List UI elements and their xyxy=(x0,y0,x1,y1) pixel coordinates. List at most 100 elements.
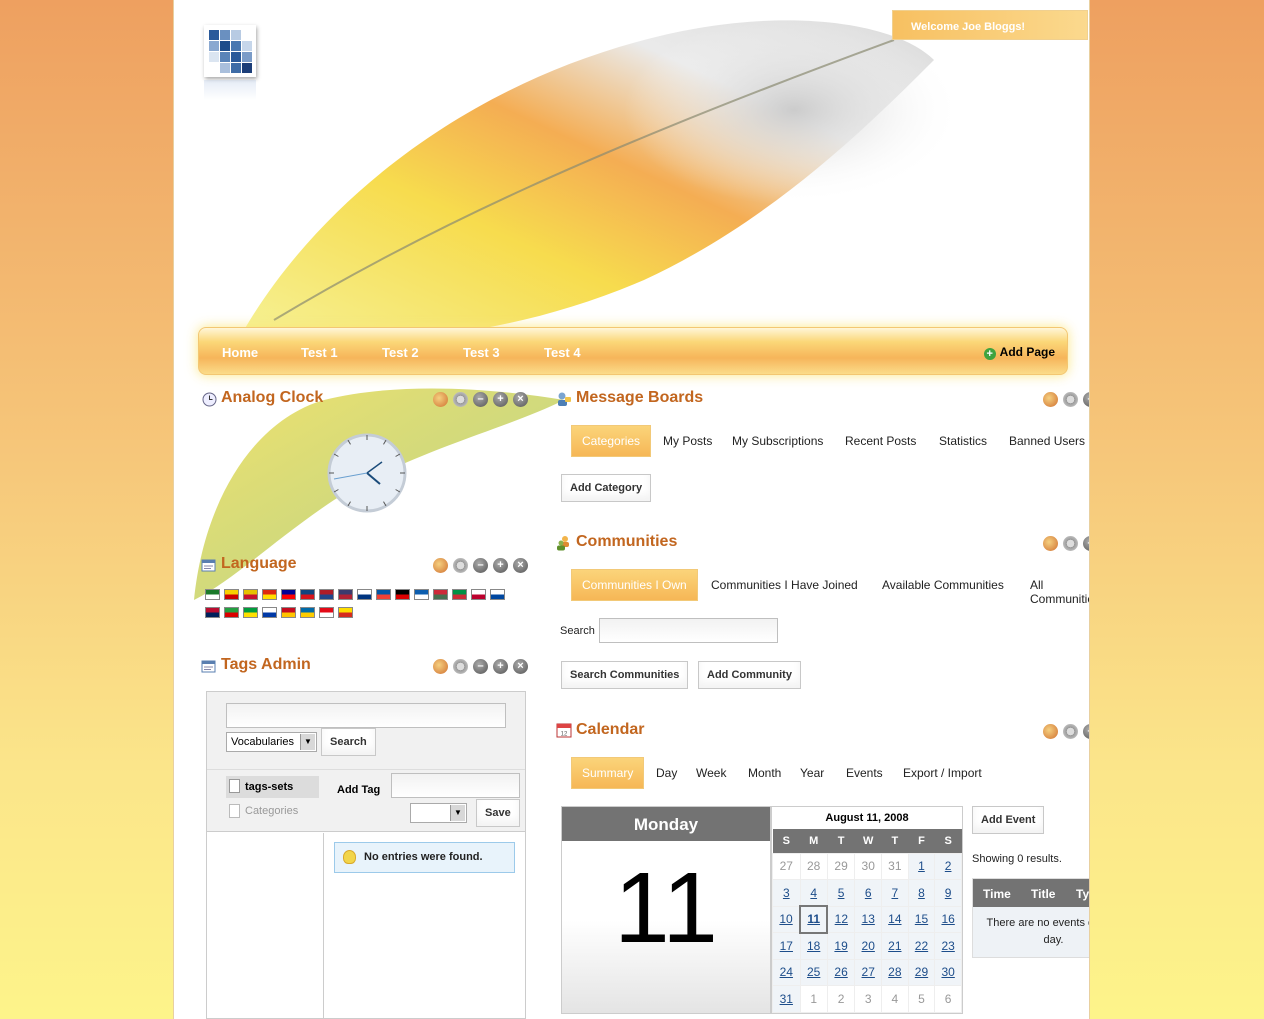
calendar-day[interactable]: 30 xyxy=(934,958,962,986)
calendar-day[interactable]: 10 xyxy=(772,905,801,933)
flag-german-icon[interactable] xyxy=(395,589,410,600)
flag-dutch-icon[interactable] xyxy=(319,589,334,600)
tab-statistics[interactable]: Statistics xyxy=(939,434,987,448)
flag-finnish-icon[interactable] xyxy=(357,589,372,600)
flag-italian-icon[interactable] xyxy=(452,589,467,600)
calendar-day[interactable]: 22 xyxy=(907,932,936,960)
tab-month[interactable]: Month xyxy=(748,766,781,780)
calendar-day[interactable]: 28 xyxy=(881,958,909,986)
calendar-day[interactable]: 6 xyxy=(854,879,883,907)
tags-sets-item[interactable]: tags-sets xyxy=(226,776,319,798)
configuration-icon[interactable] xyxy=(453,558,468,573)
look-and-feel-icon[interactable] xyxy=(433,558,448,573)
flag-chinese-icon[interactable] xyxy=(262,589,277,600)
minimize-icon[interactable]: – xyxy=(473,558,488,573)
calendar-day[interactable]: 2 xyxy=(934,852,962,880)
calendar-day[interactable]: 5 xyxy=(826,879,856,907)
tab-year[interactable]: Year xyxy=(800,766,824,780)
minimize-icon[interactable]: – xyxy=(473,659,488,674)
maximize-icon[interactable]: + xyxy=(493,659,508,674)
tab-categories[interactable]: Categories xyxy=(571,425,652,457)
flag-russian-icon[interactable] xyxy=(262,607,277,618)
tab-available-communities[interactable]: Available Communities xyxy=(882,578,1004,592)
flag-chinese-tw-icon[interactable] xyxy=(281,589,296,600)
calendar-day[interactable]: 27 xyxy=(854,958,883,986)
calendar-day[interactable]: 18 xyxy=(799,932,828,960)
calendar-day[interactable]: 17 xyxy=(772,932,801,960)
site-logo[interactable] xyxy=(204,25,256,77)
nav-test-4[interactable]: Test 4 xyxy=(544,345,581,360)
look-and-feel-icon[interactable] xyxy=(433,659,448,674)
flag-turkish-icon[interactable] xyxy=(319,607,334,618)
flag-english-icon[interactable] xyxy=(338,589,353,600)
save-tag-button[interactable]: Save xyxy=(476,799,520,827)
calendar-day[interactable]: 7 xyxy=(881,879,909,907)
tab-day[interactable]: Day xyxy=(656,766,677,780)
calendar-day[interactable]: 21 xyxy=(881,932,909,960)
configuration-icon[interactable] xyxy=(453,659,468,674)
tab-communities-joined[interactable]: Communities I Have Joined xyxy=(711,578,858,592)
tab-my-posts[interactable]: My Posts xyxy=(663,434,712,448)
close-icon[interactable]: × xyxy=(513,659,528,674)
add-community-button[interactable]: Add Community xyxy=(698,661,801,689)
vocabularies-select[interactable]: Vocabularies ▼ xyxy=(226,732,317,752)
calendar-day[interactable]: 24 xyxy=(772,958,801,986)
configuration-icon[interactable] xyxy=(1063,724,1078,739)
calendar-day[interactable]: 20 xyxy=(854,932,883,960)
flag-vietnamese-icon[interactable] xyxy=(338,607,353,618)
tag-vocabulary-select[interactable]: ▼ xyxy=(410,803,467,823)
flag-japanese-icon[interactable] xyxy=(471,589,486,600)
minimize-icon[interactable]: – xyxy=(1083,724,1089,739)
flag-norwegian-icon[interactable] xyxy=(205,607,220,618)
nav-test-1[interactable]: Test 1 xyxy=(301,345,338,360)
flag-czech-icon[interactable] xyxy=(300,589,315,600)
calendar-day[interactable]: 15 xyxy=(907,905,936,933)
tab-summary[interactable]: Summary xyxy=(571,757,645,789)
nav-home[interactable]: Home xyxy=(222,345,258,360)
calendar-day[interactable]: 3 xyxy=(772,879,801,907)
tags-search-button[interactable]: Search xyxy=(321,728,376,756)
flag-arabic-icon[interactable] xyxy=(205,589,220,600)
tab-export-import[interactable]: Export / Import xyxy=(903,766,982,780)
configuration-icon[interactable] xyxy=(1063,536,1078,551)
calendar-day[interactable]: 12 xyxy=(826,905,856,933)
flag-greek-icon[interactable] xyxy=(414,589,429,600)
search-communities-button[interactable]: Search Communities xyxy=(561,661,689,689)
calendar-day[interactable]: 31 xyxy=(772,985,801,1013)
look-and-feel-icon[interactable] xyxy=(1043,724,1058,739)
flag-swedish-icon[interactable] xyxy=(300,607,315,618)
tab-week[interactable]: Week xyxy=(696,766,726,780)
calendar-day[interactable]: 23 xyxy=(934,932,962,960)
calendar-day[interactable]: 29 xyxy=(907,958,936,986)
calendar-day[interactable]: 16 xyxy=(934,905,962,933)
calendar-day[interactable]: 14 xyxy=(881,905,909,933)
flag-portuguese-icon[interactable] xyxy=(243,607,258,618)
calendar-day[interactable]: 8 xyxy=(907,879,936,907)
calendar-day[interactable]: 1 xyxy=(907,852,936,880)
minimize-icon[interactable]: – xyxy=(473,392,488,407)
look-and-feel-icon[interactable] xyxy=(1043,536,1058,551)
nav-test-3[interactable]: Test 3 xyxy=(463,345,500,360)
look-and-feel-icon[interactable] xyxy=(433,392,448,407)
configuration-icon[interactable] xyxy=(453,392,468,407)
calendar-day[interactable]: 4 xyxy=(799,879,828,907)
tab-my-subscriptions[interactable]: My Subscriptions xyxy=(732,434,823,448)
add-page-button[interactable]: + Add Page xyxy=(983,345,1055,360)
tab-all-communities[interactable]: All Communities xyxy=(1030,578,1089,606)
add-tag-input[interactable] xyxy=(391,773,520,798)
tab-events[interactable]: Events xyxy=(846,766,883,780)
maximize-icon[interactable]: + xyxy=(493,558,508,573)
add-event-button[interactable]: Add Event xyxy=(972,806,1045,834)
calendar-day[interactable]: 25 xyxy=(799,958,828,986)
communities-search-input[interactable] xyxy=(599,618,778,643)
calendar-day[interactable]: 9 xyxy=(934,879,962,907)
add-category-button[interactable]: Add Category xyxy=(561,474,652,502)
flag-persian-icon[interactable] xyxy=(224,607,239,618)
calendar-day[interactable]: 13 xyxy=(854,905,883,933)
tags-search-input[interactable] xyxy=(226,703,506,728)
nav-test-2[interactable]: Test 2 xyxy=(382,345,419,360)
tab-banned-users[interactable]: Banned Users xyxy=(1009,434,1085,448)
flag-hungarian-icon[interactable] xyxy=(433,589,448,600)
tab-communities-i-own[interactable]: Communities I Own xyxy=(571,569,698,601)
configuration-icon[interactable] xyxy=(1063,392,1078,407)
